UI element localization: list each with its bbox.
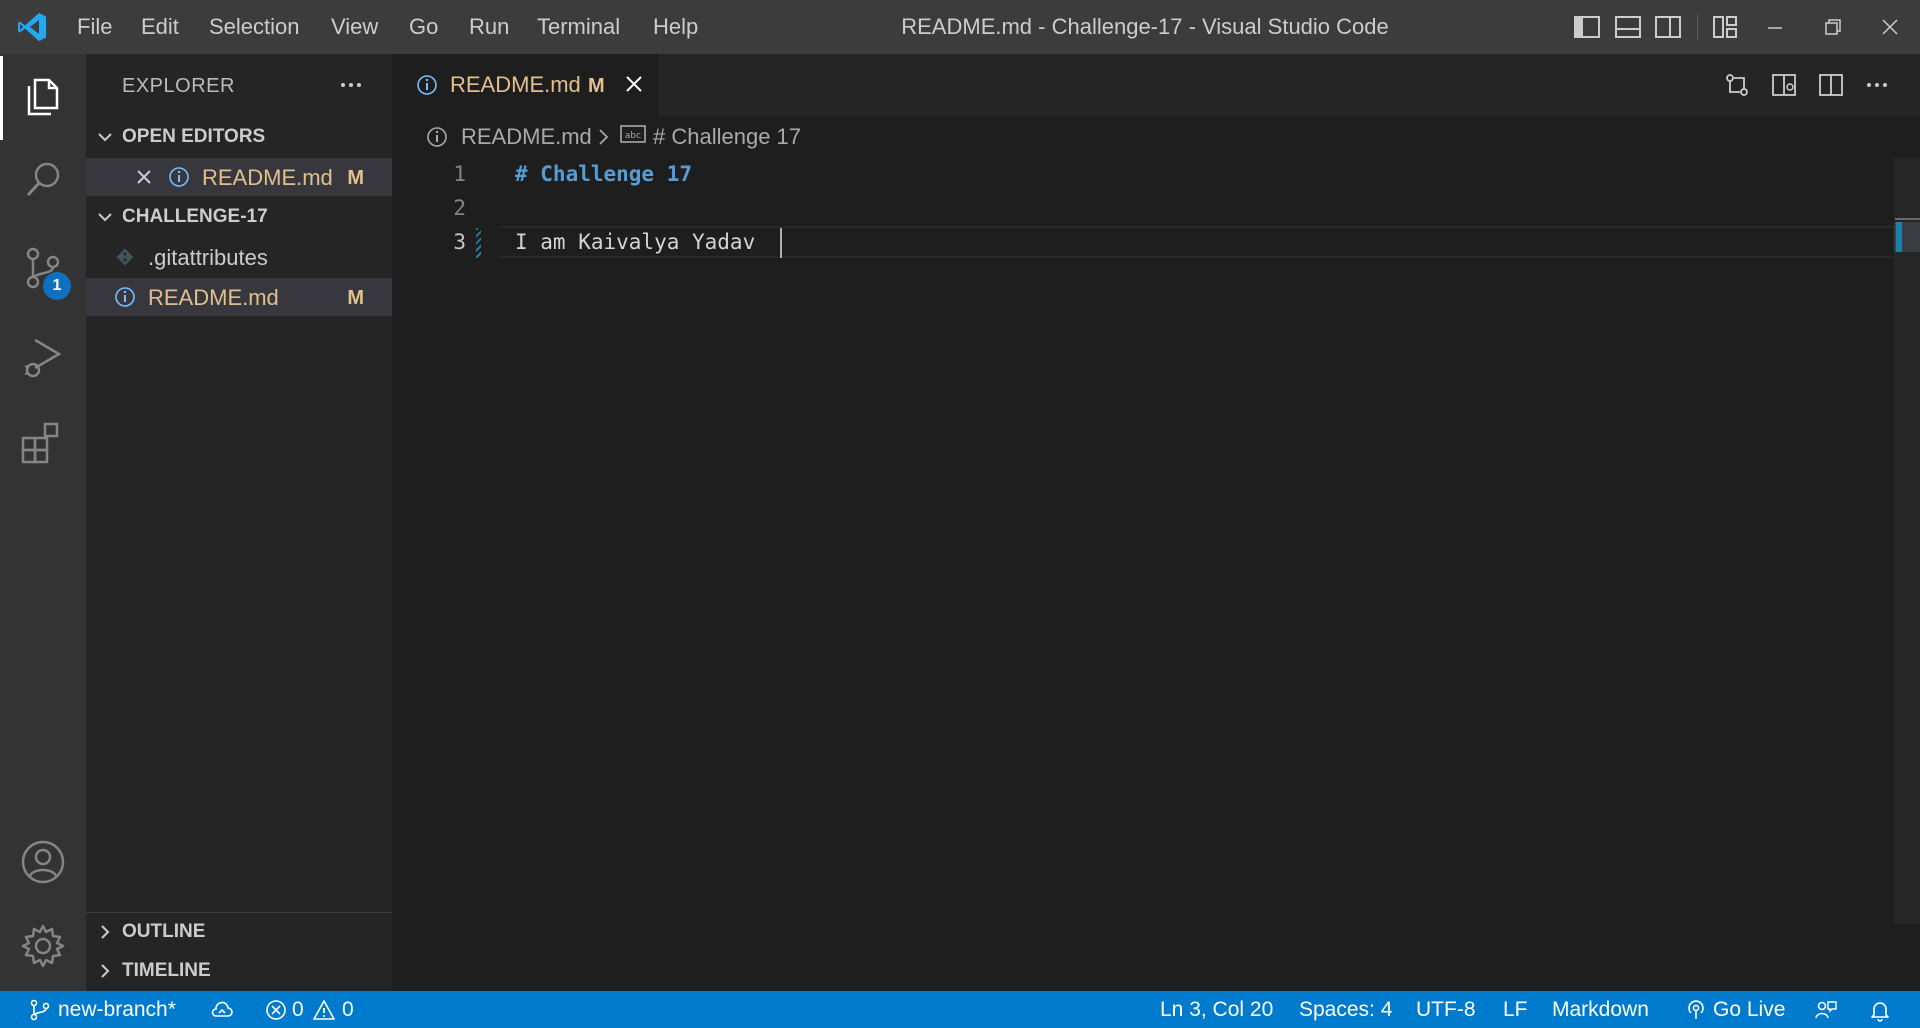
- more-actions-icon[interactable]: [336, 70, 366, 100]
- chevron-down-icon: [96, 128, 114, 146]
- search-icon[interactable]: [19, 156, 67, 204]
- breadcrumb-chevron-icon: [596, 126, 612, 148]
- tab-modified-indicator: M: [588, 75, 605, 97]
- editor-more-actions-icon[interactable]: [1862, 70, 1892, 100]
- menu-go[interactable]: Go: [409, 13, 438, 41]
- menu-help[interactable]: Help: [653, 13, 698, 41]
- outline-label: OUTLINE: [122, 921, 206, 942]
- chevron-right-icon: [96, 962, 114, 980]
- line-number: 1: [453, 162, 466, 186]
- warning-count[interactable]: 0: [342, 997, 354, 1023]
- breadcrumb-symbol[interactable]: # Challenge 17: [653, 124, 801, 150]
- restore-icon[interactable]: [1818, 12, 1848, 42]
- info-icon: [168, 166, 190, 188]
- error-icon[interactable]: [264, 998, 288, 1022]
- open-editors-header[interactable]: OPEN EDITORS: [86, 118, 392, 156]
- publish-cloud-icon[interactable]: [210, 998, 234, 1022]
- customize-layout-icon[interactable]: [1710, 12, 1740, 42]
- split-editor-icon[interactable]: [1816, 70, 1846, 100]
- string-symbol-icon: abc: [620, 124, 646, 146]
- accounts-icon[interactable]: [19, 838, 67, 886]
- chevron-down-icon: [96, 208, 114, 226]
- extensions-icon[interactable]: [19, 418, 67, 466]
- broadcast-icon[interactable]: [1684, 998, 1708, 1022]
- outline-header[interactable]: OUTLINE: [86, 913, 392, 951]
- info-icon: [114, 286, 136, 308]
- feedback-icon[interactable]: [1814, 998, 1838, 1022]
- modified-indicator: M: [347, 287, 364, 309]
- menu-edit[interactable]: Edit: [141, 13, 179, 41]
- file-name: README.md: [148, 285, 279, 310]
- manage-gear-icon[interactable]: [19, 922, 67, 970]
- cursor-position[interactable]: Ln 3, Col 20: [1160, 997, 1273, 1023]
- open-editor-item[interactable]: README.md M: [86, 158, 392, 196]
- notifications-bell-icon[interactable]: [1868, 998, 1892, 1022]
- file-item[interactable]: .gitattributes: [86, 238, 392, 276]
- language-mode[interactable]: Markdown: [1552, 997, 1649, 1023]
- source-control-badge: 1: [43, 272, 71, 300]
- toggle-primary-sidebar-icon[interactable]: [1572, 12, 1602, 42]
- tab-label: README.md: [450, 72, 581, 97]
- menu-terminal[interactable]: Terminal: [537, 13, 620, 41]
- breadcrumb-file[interactable]: README.md: [461, 124, 592, 150]
- file-item[interactable]: README.md M: [86, 278, 392, 316]
- window-title: README.md - Challenge-17 - Visual Studio…: [901, 14, 1389, 39]
- go-live-button[interactable]: Go Live: [1713, 997, 1785, 1023]
- open-changes-icon[interactable]: [1722, 70, 1752, 100]
- menu-view[interactable]: View: [331, 13, 378, 41]
- run-debug-icon[interactable]: [19, 332, 67, 380]
- tab-close-icon[interactable]: [622, 72, 646, 96]
- chevron-right-icon: [96, 923, 114, 941]
- explorer-title: EXPLORER: [122, 75, 235, 97]
- close-icon[interactable]: [1875, 12, 1905, 42]
- info-icon: [416, 74, 438, 96]
- encoding[interactable]: UTF-8: [1416, 997, 1476, 1023]
- timeline-header[interactable]: TIMELINE: [86, 952, 392, 990]
- titlebar-divider: [1697, 14, 1698, 40]
- line-number: 3: [453, 230, 466, 254]
- minimize-icon[interactable]: [1760, 12, 1790, 42]
- svg-text:abc: abc: [625, 131, 641, 141]
- line-number: 2: [453, 196, 466, 220]
- timeline-label: TIMELINE: [122, 960, 211, 981]
- menu-file[interactable]: File: [77, 13, 112, 41]
- gutter-modified-marker: [476, 228, 481, 258]
- folder-header[interactable]: CHALLENGE-17: [86, 198, 392, 236]
- end-of-line[interactable]: LF: [1503, 997, 1528, 1023]
- branch-name[interactable]: new-branch*: [58, 997, 176, 1023]
- toggle-secondary-sidebar-icon[interactable]: [1653, 12, 1683, 42]
- warning-icon[interactable]: [312, 998, 336, 1022]
- info-icon: [426, 126, 448, 148]
- menu-selection[interactable]: Selection: [209, 13, 300, 41]
- vscode-logo-icon[interactable]: [16, 11, 48, 43]
- code-line-text[interactable]: I am Kaivalya Yadav: [515, 225, 755, 259]
- text-cursor: [780, 228, 782, 258]
- open-editor-filename: README.md: [202, 165, 333, 190]
- modified-indicator: M: [347, 167, 364, 189]
- overview-ruler-cursor: [1895, 218, 1920, 220]
- editor-scrollbar[interactable]: [1894, 158, 1920, 924]
- menu-run[interactable]: Run: [469, 13, 509, 41]
- active-view-indicator: [0, 56, 3, 140]
- close-editor-icon[interactable]: [134, 167, 154, 187]
- toggle-panel-icon[interactable]: [1613, 12, 1643, 42]
- code-line-heading[interactable]: # Challenge 17: [515, 157, 692, 191]
- explorer-icon[interactable]: [19, 72, 67, 120]
- open-editors-label: OPEN EDITORS: [122, 126, 266, 147]
- error-count[interactable]: 0: [292, 997, 304, 1023]
- file-name: .gitattributes: [148, 245, 268, 270]
- git-branch-icon: [28, 998, 52, 1022]
- indentation[interactable]: Spaces: 4: [1299, 997, 1392, 1023]
- git-file-icon: [114, 246, 136, 268]
- open-preview-to-side-icon[interactable]: [1769, 70, 1799, 100]
- folder-label: CHALLENGE-17: [122, 206, 268, 227]
- overview-ruler-modified-marker: [1896, 222, 1902, 252]
